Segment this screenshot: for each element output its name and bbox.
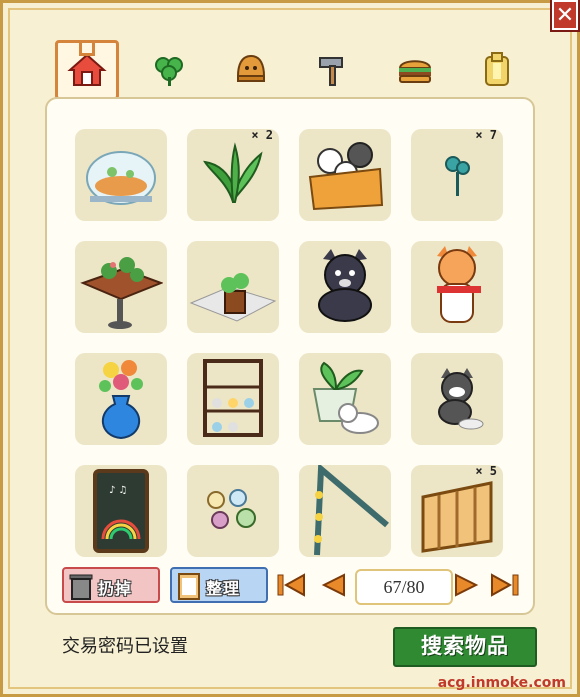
tab-tools[interactable]	[301, 40, 365, 100]
tab-furniture[interactable]	[55, 40, 119, 100]
teacup-rack-icon	[203, 359, 263, 437]
white-cat-plant-pot-icon	[312, 361, 379, 434]
inventory-grid-panel: × 2 × 7 ♪ ♫ × 5	[45, 97, 535, 615]
chalkboard-sign-icon: ♪ ♫	[93, 469, 149, 553]
item-slot-7[interactable]	[299, 241, 391, 333]
flower-vine-arch-icon	[314, 465, 389, 556]
clipboard-icon	[178, 573, 200, 600]
discard-button[interactable]: 扔掉	[62, 567, 160, 603]
small-sprout-icon	[445, 156, 470, 196]
item-slot-6[interactable]	[187, 241, 279, 333]
tab-special[interactable]	[465, 40, 529, 100]
green-leaf-plant-icon	[203, 142, 263, 203]
wooden-gate-icon	[421, 481, 493, 553]
glass-dome-diorama-icon	[86, 151, 156, 205]
first-page-button[interactable]	[276, 573, 306, 597]
item-slot-5[interactable]	[75, 241, 167, 333]
item-slot-1[interactable]	[75, 129, 167, 221]
trash-icon	[69, 574, 93, 600]
item-slot-14[interactable]	[187, 465, 279, 557]
next-page-button[interactable]	[452, 573, 482, 597]
prev-page-button[interactable]	[318, 573, 348, 597]
orange-cat-scarf-icon	[437, 246, 481, 323]
discard-label: 扔掉	[98, 581, 133, 598]
item-slot-8[interactable]	[411, 241, 503, 333]
last-page-button[interactable]	[490, 573, 520, 597]
item-slot-15[interactable]	[299, 465, 391, 557]
item-slot-2[interactable]: × 2	[187, 128, 279, 221]
page-indicator: 67/80	[355, 569, 453, 605]
tab-decor[interactable]	[219, 40, 283, 100]
sort-label: 整理	[206, 581, 241, 598]
search-items-button[interactable]: 搜索物品	[393, 627, 537, 667]
black-cat-plush-icon	[318, 249, 372, 322]
house-icon	[67, 53, 107, 86]
bell-icon	[236, 54, 266, 82]
close-button[interactable]: ✕	[550, 0, 580, 32]
item-quantity: × 2	[251, 128, 273, 142]
item-slot-16[interactable]: × 5	[411, 464, 503, 557]
sort-button[interactable]: 整理	[170, 567, 268, 603]
gray-kitten-icon	[438, 368, 484, 430]
trade-password-status: 交易密码已设置	[62, 636, 188, 656]
item-slot-12[interactable]	[411, 353, 503, 445]
plant-table-icon	[80, 257, 163, 329]
tab-food[interactable]	[383, 40, 447, 100]
category-tabs	[55, 40, 520, 102]
item-quantity: × 7	[475, 128, 497, 142]
tab-plants[interactable]	[137, 40, 201, 100]
item-slot-4[interactable]: × 7	[411, 128, 503, 221]
item-slot-10[interactable]	[187, 353, 279, 445]
item-quantity: × 5	[475, 464, 497, 478]
svg-text:♪ ♫: ♪ ♫	[109, 485, 128, 496]
cats-in-box-icon	[308, 142, 384, 211]
item-slot-13[interactable]: ♪ ♫	[75, 465, 167, 557]
item-slot-9[interactable]	[75, 353, 167, 445]
hammer-icon	[319, 57, 343, 86]
burger-icon	[398, 60, 432, 83]
item-slot-3[interactable]	[299, 129, 391, 221]
scroll-icon	[485, 52, 509, 86]
dessert-plates-icon	[207, 489, 256, 529]
flower-vase-icon	[99, 360, 143, 440]
potted-plant-rug-icon	[189, 273, 277, 322]
item-slot-11[interactable]	[299, 353, 391, 445]
clover-icon	[155, 57, 183, 86]
watermark: acg.inmoke.com	[437, 675, 566, 691]
